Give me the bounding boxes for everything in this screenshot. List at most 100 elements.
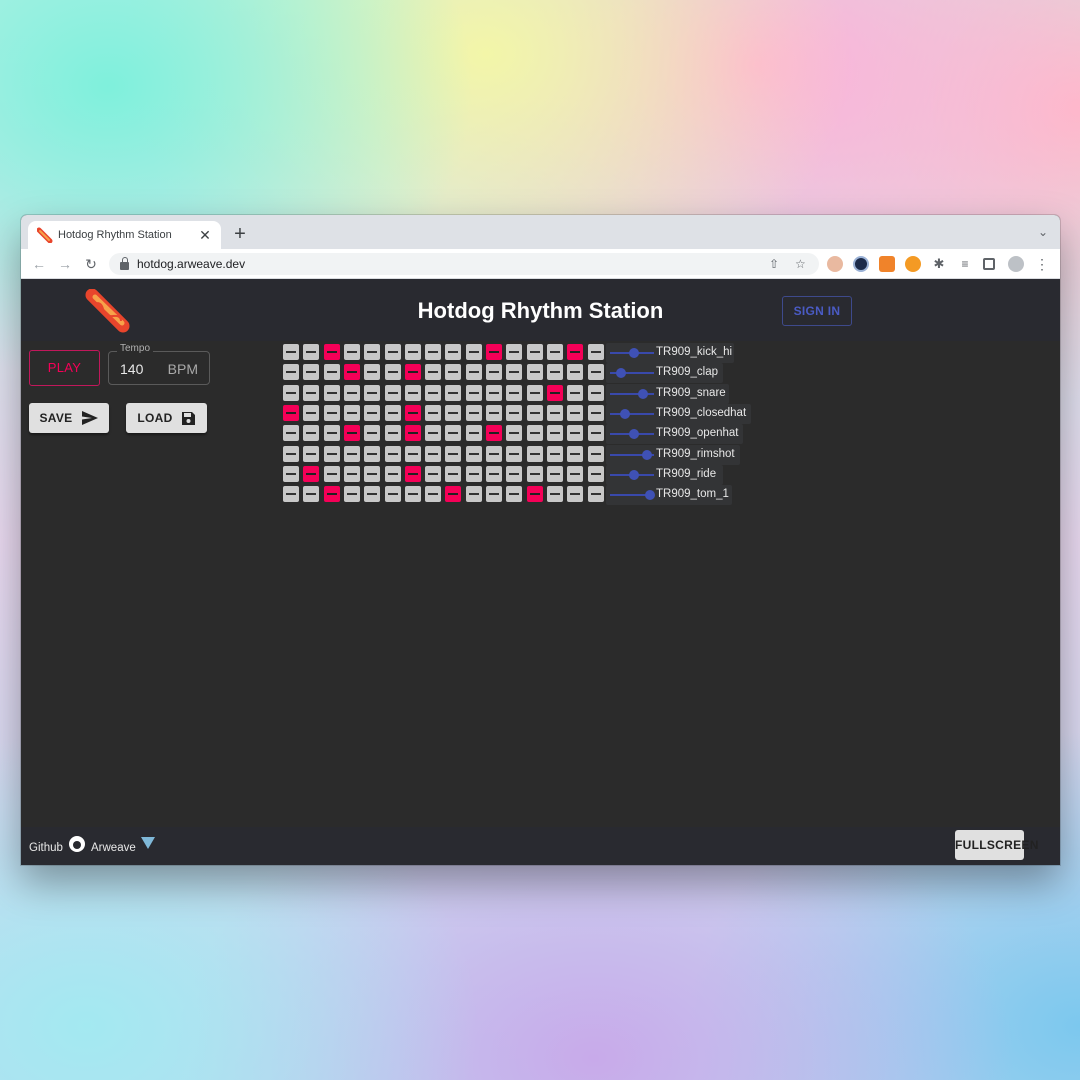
step-toggle[interactable]	[587, 404, 604, 421]
arweave-icon[interactable]	[141, 837, 155, 849]
volume-slider-thumb[interactable]	[642, 449, 653, 460]
close-tab-icon[interactable]: ✕	[195, 227, 215, 244]
volume-slider-thumb[interactable]	[629, 469, 640, 480]
step-toggle[interactable]	[343, 465, 360, 482]
step-toggle[interactable]	[283, 404, 299, 421]
step-toggle[interactable]	[465, 344, 482, 360]
browser-tab[interactable]: Hotdog Rhythm Station ✕	[28, 221, 221, 249]
step-toggle[interactable]	[465, 486, 482, 503]
step-toggle[interactable]	[283, 364, 299, 381]
volume-slider[interactable]	[610, 408, 654, 419]
volume-slider-thumb[interactable]	[629, 348, 640, 358]
tempo-value[interactable]: 140	[120, 361, 143, 377]
volume-slider-thumb[interactable]	[644, 490, 655, 501]
step-toggle[interactable]	[343, 364, 360, 381]
step-toggle[interactable]	[546, 404, 563, 421]
fullscreen-button[interactable]: FULLSCREEN	[955, 830, 1038, 860]
step-toggle[interactable]	[506, 384, 523, 401]
step-toggle[interactable]	[445, 384, 462, 401]
bookmark-star-icon[interactable]: ☆	[795, 257, 806, 271]
step-toggle[interactable]	[323, 425, 340, 442]
step-toggle[interactable]	[465, 384, 482, 401]
step-toggle[interactable]	[546, 486, 563, 503]
new-tab-icon[interactable]: +	[229, 223, 251, 245]
step-toggle[interactable]	[486, 364, 502, 381]
step-toggle[interactable]	[506, 425, 523, 442]
volume-slider[interactable]	[610, 388, 654, 399]
step-toggle[interactable]	[384, 445, 401, 462]
step-toggle[interactable]	[526, 404, 543, 421]
arconnect-extension-icon[interactable]	[853, 256, 869, 272]
step-toggle[interactable]	[587, 425, 604, 442]
step-toggle[interactable]	[425, 344, 442, 360]
tempo-field[interactable]: Tempo 140 BPM	[108, 343, 210, 385]
step-toggle[interactable]	[425, 425, 442, 442]
step-toggle[interactable]	[364, 486, 381, 503]
step-toggle[interactable]	[587, 486, 604, 503]
step-toggle[interactable]	[323, 404, 340, 421]
step-toggle[interactable]	[404, 344, 421, 360]
github-link[interactable]: Github	[29, 842, 63, 854]
step-toggle[interactable]	[323, 465, 340, 482]
step-toggle[interactable]	[323, 486, 340, 503]
volume-slider[interactable]	[610, 469, 654, 480]
step-toggle[interactable]	[303, 384, 320, 401]
step-toggle[interactable]	[526, 425, 543, 442]
step-toggle[interactable]	[567, 425, 584, 442]
step-toggle[interactable]	[567, 344, 584, 360]
step-toggle[interactable]	[404, 465, 421, 482]
step-toggle[interactable]	[283, 344, 299, 360]
step-toggle[interactable]	[303, 344, 320, 360]
step-toggle[interactable]	[526, 344, 543, 360]
step-toggle[interactable]	[486, 344, 502, 360]
step-toggle[interactable]	[303, 425, 320, 442]
volume-slider[interactable]	[610, 449, 654, 460]
address-bar[interactable]: hotdog.arweave.dev ⇧ ☆	[109, 253, 819, 275]
kebab-menu-icon[interactable]: ⋮	[1034, 256, 1050, 272]
step-toggle[interactable]	[465, 445, 482, 462]
step-toggle[interactable]	[506, 486, 523, 503]
step-toggle[interactable]	[364, 344, 381, 360]
step-toggle[interactable]	[546, 465, 563, 482]
step-toggle[interactable]	[486, 465, 502, 482]
step-toggle[interactable]	[404, 384, 421, 401]
step-toggle[interactable]	[465, 364, 482, 381]
step-toggle[interactable]	[323, 384, 340, 401]
step-toggle[interactable]	[546, 364, 563, 381]
step-toggle[interactable]	[465, 404, 482, 421]
step-toggle[interactable]	[425, 404, 442, 421]
step-toggle[interactable]	[425, 465, 442, 482]
coin-extension-icon[interactable]	[905, 256, 921, 272]
step-toggle[interactable]	[526, 465, 543, 482]
step-toggle[interactable]	[567, 364, 584, 381]
step-toggle[interactable]	[364, 425, 381, 442]
step-toggle[interactable]	[425, 445, 442, 462]
volume-slider-thumb[interactable]	[638, 388, 648, 399]
step-toggle[interactable]	[384, 425, 401, 442]
step-toggle[interactable]	[526, 364, 543, 381]
step-toggle[interactable]	[486, 445, 502, 462]
step-toggle[interactable]	[465, 465, 482, 482]
step-toggle[interactable]	[486, 425, 502, 442]
step-toggle[interactable]	[506, 344, 523, 360]
step-toggle[interactable]	[364, 384, 381, 401]
step-toggle[interactable]	[506, 465, 523, 482]
step-toggle[interactable]	[425, 384, 442, 401]
step-toggle[interactable]	[567, 445, 584, 462]
step-toggle[interactable]	[567, 486, 584, 503]
step-toggle[interactable]	[486, 486, 502, 503]
sign-in-button[interactable]: SIGN IN	[782, 296, 852, 326]
step-toggle[interactable]	[567, 404, 584, 421]
step-toggle[interactable]	[546, 384, 563, 401]
step-toggle[interactable]	[587, 445, 604, 462]
step-toggle[interactable]	[283, 465, 299, 482]
volume-slider[interactable]	[610, 368, 654, 379]
volume-slider[interactable]	[610, 490, 655, 501]
volume-slider[interactable]	[610, 348, 654, 358]
step-toggle[interactable]	[526, 445, 543, 462]
reload-icon[interactable]: ↻	[82, 255, 100, 273]
step-toggle[interactable]	[343, 445, 360, 462]
metamask-extension-icon[interactable]	[879, 256, 895, 272]
step-toggle[interactable]	[486, 384, 502, 401]
step-toggle[interactable]	[343, 404, 360, 421]
